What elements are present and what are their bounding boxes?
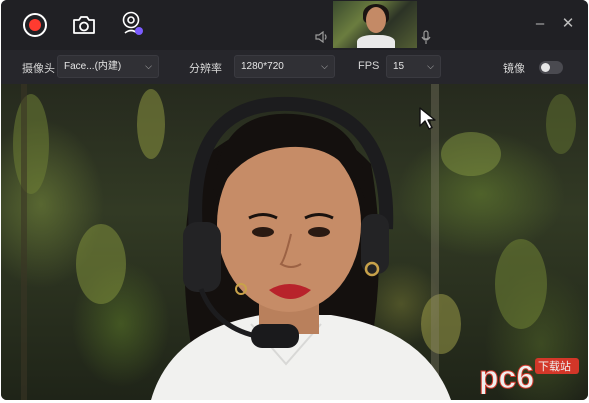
toggle-knob — [541, 63, 550, 72]
webcam-button[interactable] — [121, 11, 145, 39]
screenshot-button[interactable] — [71, 13, 97, 37]
svg-text:pc6: pc6 — [479, 359, 534, 394]
mirror-label: 镜像 — [503, 63, 525, 75]
chevron-down-icon: ⌵ — [145, 61, 152, 71]
preview-person-shirt — [357, 35, 395, 48]
microphone-icon[interactable] — [421, 30, 431, 45]
camera-select-value: Face...(内建) — [64, 61, 122, 72]
webcam-icon — [122, 11, 143, 35]
fps-select[interactable]: 15 ⌵ — [386, 55, 441, 78]
cursor-icon — [419, 107, 436, 130]
fps-label: FPS — [358, 60, 380, 72]
webcam-person-image — [13, 84, 576, 400]
close-button[interactable]: ✕ — [560, 16, 576, 32]
pc6-watermark-logo: pc6 下载站 — [479, 358, 579, 394]
resolution-select-value: 1280*720 — [241, 61, 284, 72]
camera-mini-preview[interactable] — [333, 1, 417, 48]
camera-icon — [73, 16, 95, 34]
chevron-down-icon: ⌵ — [321, 61, 328, 71]
settings-toolbar: 摄像头 Face...(内建) ⌵ 分辨率 1280*720 ⌵ FPS 15 … — [1, 50, 588, 84]
resolution-select[interactable]: 1280*720 ⌵ — [234, 55, 335, 78]
camera-select[interactable]: Face...(内建) ⌵ — [57, 55, 159, 78]
resolution-label: 分辨率 — [189, 63, 222, 75]
titlebar: – ✕ — [1, 0, 588, 50]
camera-label: 摄像头 — [22, 63, 55, 75]
svg-text:下载站: 下载站 — [538, 359, 571, 373]
mirror-toggle[interactable] — [539, 61, 563, 74]
fps-select-value: 15 — [393, 61, 405, 72]
record-icon — [29, 19, 41, 31]
minimize-button[interactable]: – — [532, 16, 548, 32]
preview-person-face — [366, 7, 386, 33]
chevron-down-icon: ⌵ — [427, 61, 434, 71]
speaker-icon[interactable] — [315, 31, 329, 43]
record-button[interactable] — [23, 13, 47, 37]
app-window: – ✕ 摄像头 Face...(内建) ⌵ 分辨率 1280*720 ⌵ FPS… — [1, 0, 588, 400]
camera-preview: pc6 下载站 — [1, 84, 588, 400]
